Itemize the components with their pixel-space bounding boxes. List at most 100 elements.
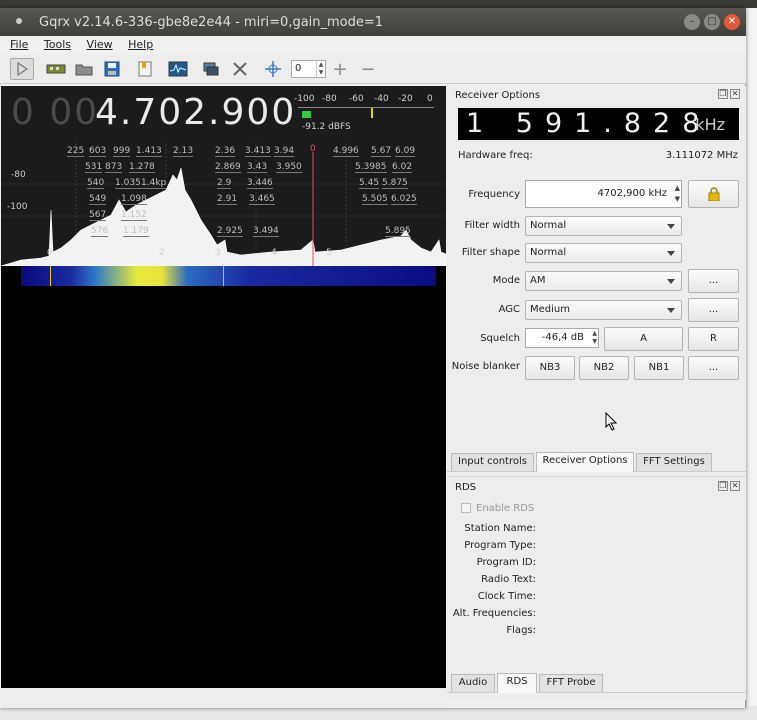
close-icon[interactable]: ✕ bbox=[730, 89, 740, 99]
open-button[interactable] bbox=[72, 58, 96, 80]
station-label[interactable]: 1.035 bbox=[115, 178, 141, 189]
station-label[interactable]: 5.45 bbox=[359, 178, 380, 189]
station-label[interactable]: 567 bbox=[89, 210, 107, 221]
station-label[interactable]: 5.3985 bbox=[355, 162, 387, 173]
station-label[interactable]: 2.91 bbox=[217, 194, 238, 205]
agc-options-button[interactable]: ... bbox=[688, 298, 739, 322]
bookmark-button[interactable] bbox=[133, 58, 157, 80]
tab-input-controls[interactable]: Input controls bbox=[451, 453, 534, 471]
menu-view[interactable]: View bbox=[87, 36, 113, 54]
station-label[interactable]: 1.179 bbox=[123, 226, 149, 237]
nb2-button[interactable]: NB2 bbox=[579, 356, 629, 380]
station-label[interactable]: 3.94 bbox=[274, 146, 295, 157]
menu-tools[interactable]: Tools bbox=[44, 36, 71, 54]
station-label[interactable]: 1.152 bbox=[121, 210, 147, 221]
nb3-button[interactable]: NB3 bbox=[525, 356, 575, 380]
station-label[interactable]: 576 bbox=[91, 226, 109, 237]
frequency-input[interactable]: 4702,900 kHz ▲ ▼ bbox=[525, 180, 682, 208]
filter-shape-value: Normal bbox=[530, 247, 567, 258]
mode-options-button[interactable]: ... bbox=[688, 269, 739, 293]
station-label[interactable]: 531 bbox=[85, 162, 103, 173]
float-icon[interactable]: ❐ bbox=[718, 481, 728, 491]
squelch-input[interactable]: -46,4 dB ▲ ▼ bbox=[525, 328, 599, 348]
station-label[interactable]: 6.02 bbox=[392, 162, 413, 173]
tab-rds[interactable]: RDS bbox=[497, 673, 537, 693]
station-label[interactable]: 1.098 bbox=[121, 194, 147, 205]
station-label[interactable]: 3.43 bbox=[247, 162, 268, 173]
station-label[interactable]: 3.494 bbox=[253, 226, 279, 237]
station-label[interactable]: 6.025 bbox=[391, 194, 417, 205]
close-button[interactable]: ✕ bbox=[724, 14, 740, 30]
title-bar[interactable]: Gqrx v2.14.6-336-gbe8e2e44 - miri=0,gain… bbox=[0, 8, 746, 36]
station-label[interactable]: 1.413 bbox=[136, 146, 162, 157]
nb1-button[interactable]: NB1 bbox=[634, 356, 684, 380]
station-label[interactable]: 540 bbox=[87, 178, 105, 189]
mode-combo[interactable]: AM bbox=[525, 271, 682, 291]
tab-fft-settings[interactable]: FFT Settings bbox=[636, 453, 712, 471]
tab-audio[interactable]: Audio bbox=[451, 674, 495, 692]
nb-options-button[interactable]: ... bbox=[688, 356, 739, 380]
spectrum-plot[interactable]: 0 -80 -100 0 2 3 4 5 225 603 999 1.413 2.13 2… bbox=[1, 140, 446, 266]
spectrum-button[interactable] bbox=[166, 58, 190, 80]
station-label[interactable]: 549 bbox=[89, 194, 107, 205]
station-label[interactable]: 1.278 bbox=[129, 162, 155, 173]
station-label[interactable]: 225 bbox=[67, 146, 85, 157]
station-label[interactable]: 5.895 bbox=[385, 226, 411, 237]
station-label[interactable]: 999 bbox=[113, 146, 131, 157]
enable-rds-label: Enable RDS bbox=[476, 503, 535, 514]
menu-help[interactable]: Help bbox=[128, 36, 153, 54]
center-button[interactable] bbox=[261, 58, 285, 80]
splitter[interactable] bbox=[447, 476, 746, 477]
receiver-frequency-display[interactable]: 1 591.828 kHz bbox=[458, 108, 739, 140]
float-icon[interactable]: ❐ bbox=[718, 89, 728, 99]
squelch-reset-button[interactable]: R bbox=[688, 327, 739, 351]
squelch-auto-button[interactable]: A bbox=[604, 327, 683, 351]
station-label[interactable]: 2.9 bbox=[217, 178, 232, 189]
lock-button[interactable] bbox=[688, 180, 739, 208]
enable-rds-checkbox[interactable] bbox=[461, 503, 471, 513]
freq-main-digits[interactable]: 4.702.900 bbox=[95, 92, 296, 133]
squelch-spin-icon[interactable]: ▲ ▼ bbox=[592, 330, 597, 346]
window-menu-icon[interactable] bbox=[16, 18, 22, 24]
station-label[interactable]: 3.950 bbox=[276, 162, 302, 173]
filter-shape-combo[interactable]: Normal bbox=[525, 243, 682, 263]
zoom-in-button[interactable]: + bbox=[328, 58, 352, 80]
agc-combo[interactable]: Medium bbox=[525, 300, 682, 320]
station-label[interactable]: 1.4kp bbox=[141, 178, 167, 189]
station-label[interactable]: 3.413 bbox=[245, 146, 271, 157]
chevron-down-icon bbox=[667, 308, 675, 313]
tab-fft-probe[interactable]: FFT Probe bbox=[539, 674, 603, 692]
rds-title: RDS bbox=[455, 482, 476, 493]
frequency-display[interactable]: 0 00 4.702.900 -100 -80 -60 -40 -20 0 -9… bbox=[1, 86, 446, 140]
tools-button[interactable] bbox=[228, 58, 252, 80]
station-label[interactable]: 873 bbox=[105, 162, 123, 173]
spin-arrows-icon[interactable]: ▲ ▼ bbox=[316, 61, 325, 77]
zoom-spinbox[interactable]: 0 ▲ ▼ bbox=[291, 60, 326, 78]
station-label[interactable]: 2.869 bbox=[215, 162, 241, 173]
station-label[interactable]: 2.925 bbox=[217, 226, 243, 237]
filter-width-combo[interactable]: Normal bbox=[525, 216, 682, 236]
frequency-spin-icon[interactable]: ▲ ▼ bbox=[675, 183, 680, 205]
play-button[interactable] bbox=[10, 58, 34, 80]
station-label[interactable]: 2.36 bbox=[215, 146, 236, 157]
station-label[interactable]: 3.465 bbox=[249, 194, 275, 205]
station-label[interactable]: 5.67 bbox=[371, 146, 392, 157]
minimize-button[interactable]: – bbox=[684, 14, 700, 30]
station-label[interactable]: 3.446 bbox=[247, 178, 273, 189]
station-label[interactable]: 2.13 bbox=[173, 146, 194, 157]
station-label[interactable]: 5.505 bbox=[362, 194, 388, 205]
menu-file[interactable]: File bbox=[10, 36, 28, 54]
tab-receiver-options[interactable]: Receiver Options bbox=[536, 452, 634, 472]
remote-button[interactable] bbox=[199, 58, 223, 80]
y-axis-label: -80 bbox=[11, 170, 26, 180]
station-label[interactable]: 603 bbox=[89, 146, 107, 157]
save-button[interactable] bbox=[100, 58, 124, 80]
waterfall-display[interactable] bbox=[1, 266, 446, 688]
station-label[interactable]: 4.996 bbox=[333, 146, 359, 157]
maximize-button[interactable]: □ bbox=[704, 14, 720, 30]
close-icon[interactable]: ✕ bbox=[730, 481, 740, 491]
hardware-button[interactable] bbox=[44, 58, 68, 80]
zoom-out-button[interactable]: − bbox=[356, 58, 380, 80]
station-label[interactable]: 5.875 bbox=[382, 178, 408, 189]
station-label[interactable]: 6.09 bbox=[395, 146, 416, 157]
